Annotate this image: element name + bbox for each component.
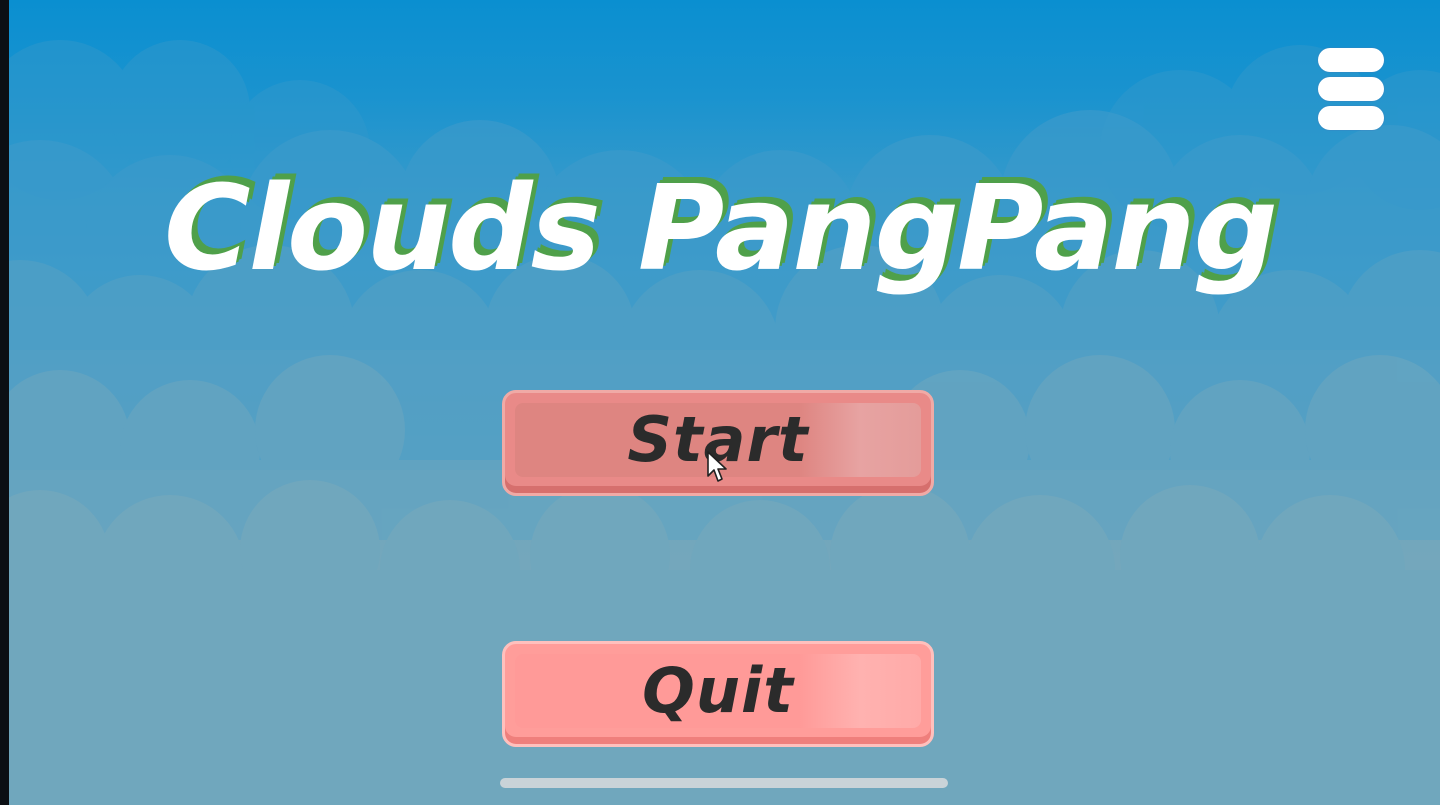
- start-button-label: Start: [627, 402, 809, 476]
- quit-button[interactable]: Quit: [502, 641, 934, 747]
- screen-border: [0, 0, 9, 805]
- game-title: Clouds PangPang: [164, 159, 1278, 297]
- menu-button[interactable]: [1318, 46, 1386, 132]
- quit-button-label: Quit: [642, 653, 794, 727]
- game-screen: Clouds PangPang Start Quit: [0, 0, 1440, 805]
- home-indicator[interactable]: [500, 778, 948, 788]
- start-button[interactable]: Start: [502, 390, 934, 496]
